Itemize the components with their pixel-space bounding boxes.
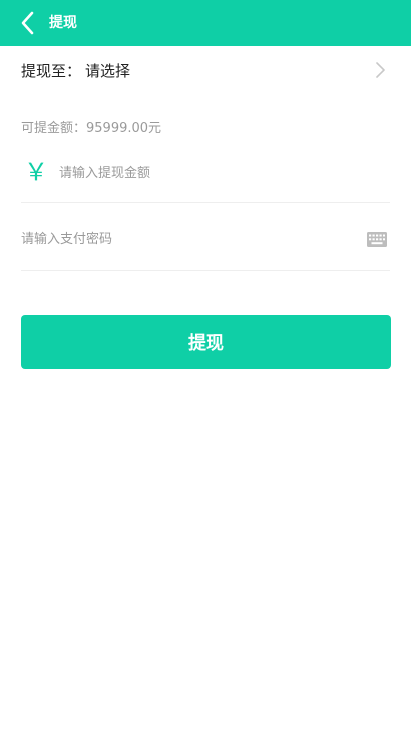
amount-input[interactable]	[59, 162, 359, 184]
keyboard-icon[interactable]	[367, 232, 387, 251]
password-row	[21, 220, 390, 271]
top-bar: 提现	[0, 0, 411, 46]
page-title: 提现	[49, 15, 77, 31]
withdraw-target-selector[interactable]: 提现至： 请选择	[21, 56, 390, 84]
available-balance: 可提金额：95999.00元	[21, 121, 162, 136]
withdraw-page: 提现 提现至： 请选择 可提金额：95999.00元 ￥ 请输入提现金额 提现	[0, 0, 411, 732]
amount-row: ￥	[21, 152, 390, 203]
back-button[interactable]	[18, 10, 40, 36]
withdraw-target-value: 请选择	[85, 61, 131, 80]
payment-password-input[interactable]	[21, 228, 341, 250]
chevron-right-icon	[374, 60, 386, 84]
chevron-left-icon	[21, 11, 34, 35]
yen-icon: ￥	[24, 158, 48, 186]
withdraw-target-label: 提现至：	[21, 61, 82, 80]
withdraw-submit-button[interactable]: 提现	[21, 315, 391, 369]
